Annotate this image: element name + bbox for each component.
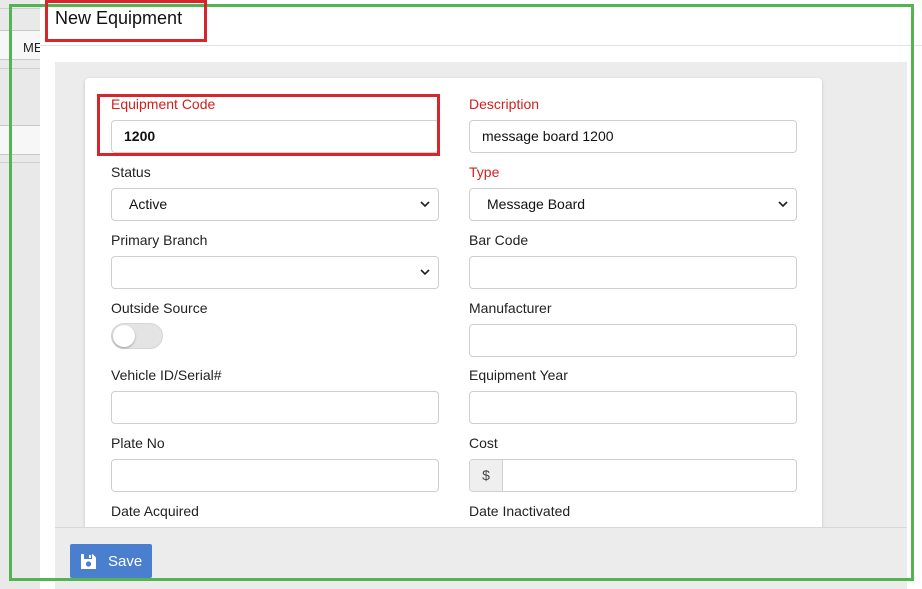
status-label: Status bbox=[111, 164, 151, 180]
chevron-down-icon bbox=[420, 199, 430, 209]
vehicle-id-input[interactable] bbox=[111, 391, 439, 424]
cost-label: Cost bbox=[469, 435, 498, 451]
vehicle-id-field: Vehicle ID/Serial# bbox=[111, 367, 439, 424]
date-acquired-field: Date Acquired bbox=[111, 503, 439, 527]
background-divider bbox=[0, 68, 42, 69]
description-label: Description bbox=[469, 96, 540, 112]
save-button[interactable]: Save bbox=[70, 544, 152, 578]
status-field: Status Active bbox=[111, 164, 439, 221]
modal-footer: Save bbox=[55, 527, 907, 589]
outside-source-toggle[interactable] bbox=[111, 323, 163, 349]
bar-code-field: Bar Code bbox=[469, 232, 797, 289]
primary-branch-label: Primary Branch bbox=[111, 232, 208, 248]
equipment-form-card: Equipment Code 1200 Description message … bbox=[85, 78, 822, 527]
bar-code-input[interactable] bbox=[469, 256, 797, 289]
equipment-year-input[interactable] bbox=[469, 391, 797, 424]
date-inactivated-field: Date Inactivated bbox=[469, 503, 797, 527]
date-inactivated-label: Date Inactivated bbox=[469, 503, 571, 519]
bar-code-label: Bar Code bbox=[469, 232, 529, 248]
manufacturer-input[interactable] bbox=[469, 324, 797, 357]
vehicle-id-label: Vehicle ID/Serial# bbox=[111, 367, 222, 383]
date-acquired-label: Date Acquired bbox=[111, 503, 199, 519]
plate-no-field: Plate No bbox=[111, 435, 439, 492]
background-divider bbox=[0, 8, 42, 9]
primary-branch-select[interactable] bbox=[111, 256, 439, 289]
description-input[interactable]: message board 1200 bbox=[469, 120, 797, 153]
plate-no-label: Plate No bbox=[111, 435, 165, 451]
primary-branch-field: Primary Branch bbox=[111, 232, 439, 289]
background-divider bbox=[0, 162, 42, 163]
modal-body[interactable]: Equipment Code 1200 Description message … bbox=[55, 62, 907, 527]
equipment-year-label: Equipment Year bbox=[469, 367, 568, 383]
modal-header: New Equipment bbox=[40, 0, 922, 46]
equipment-code-field: Equipment Code 1200 bbox=[111, 96, 439, 153]
equipment-year-field: Equipment Year bbox=[469, 367, 797, 424]
outside-source-label: Outside Source bbox=[111, 300, 208, 316]
manufacturer-field: Manufacturer bbox=[469, 300, 797, 357]
manufacturer-label: Manufacturer bbox=[469, 300, 552, 316]
equipment-code-label: Equipment Code bbox=[111, 96, 216, 112]
type-label: Type bbox=[469, 164, 500, 180]
equipment-code-input[interactable]: 1200 bbox=[111, 120, 439, 153]
new-equipment-modal: New Equipment Equipment Code 1200 Descri… bbox=[40, 0, 922, 589]
description-field: Description message board 1200 bbox=[469, 96, 797, 153]
cost-field: Cost $ bbox=[469, 435, 797, 492]
save-button-label: Save bbox=[108, 552, 143, 570]
status-select-value: Active bbox=[129, 196, 168, 212]
chevron-down-icon bbox=[420, 267, 430, 277]
background-field bbox=[0, 125, 42, 155]
toggle-knob bbox=[113, 325, 135, 347]
currency-prefix: $ bbox=[470, 460, 503, 491]
type-select[interactable]: Message Board bbox=[469, 188, 797, 221]
chevron-down-icon bbox=[778, 199, 788, 209]
outside-source-field: Outside Source bbox=[111, 300, 439, 349]
status-select[interactable]: Active bbox=[111, 188, 439, 221]
modal-title: New Equipment bbox=[55, 8, 183, 28]
plate-no-input[interactable] bbox=[111, 459, 439, 492]
cost-input[interactable]: $ bbox=[469, 459, 797, 492]
type-field: Type Message Board bbox=[469, 164, 797, 221]
floppy-disk-icon bbox=[80, 553, 97, 570]
background-page bbox=[0, 0, 42, 589]
type-select-value: Message Board bbox=[487, 196, 586, 212]
